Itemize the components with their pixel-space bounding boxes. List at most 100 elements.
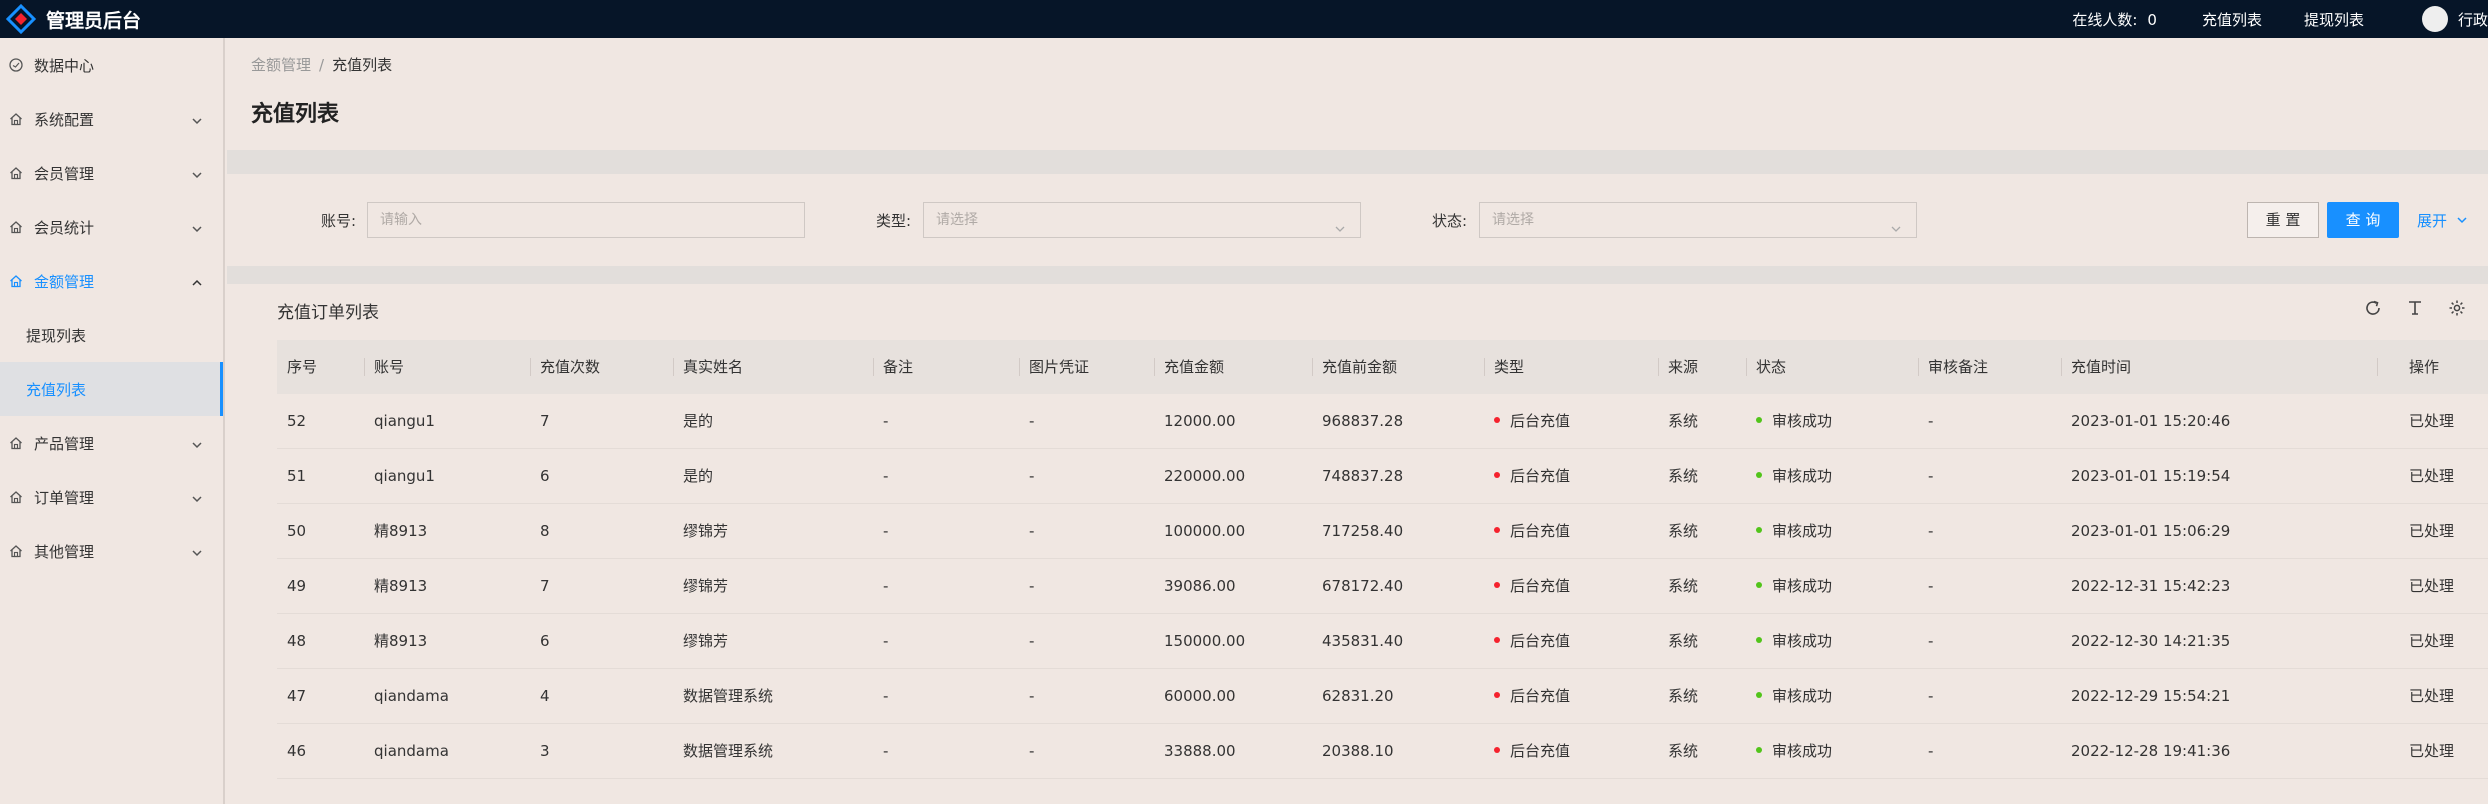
cell-action[interactable]: 已处理 [2377, 614, 2454, 669]
breadcrumb-parent[interactable]: 金额管理 [251, 56, 311, 74]
cell-text: 是的 [683, 412, 714, 430]
cell-text: - [1928, 742, 1934, 760]
cell-id: 52 [277, 394, 306, 449]
expand-button[interactable]: 展开 [2417, 210, 2468, 231]
chevron-down-icon [191, 221, 203, 239]
table-row: 48 精8913 6 缪锦芳 - - 150000.00 435831.40 后台充值 系统 审核成… [277, 614, 2488, 669]
sidebar-item-data-center[interactable]: 数据中心 [0, 38, 223, 92]
cell-text: 后台充值 [1510, 522, 1571, 540]
cell-time: 2023-01-01 15:19:54 [2061, 449, 2230, 504]
cell-review-remark: - [1918, 724, 1933, 779]
cell-text: 46 [287, 742, 307, 760]
cell-remark: - [873, 449, 888, 504]
account-input[interactable]: 请输入 [367, 202, 805, 238]
table-row: 47 qiandama 4 数据管理系统 - - 60000.00 62831.20 后台充值 系… [277, 669, 2488, 724]
cell-id: 46 [277, 724, 306, 779]
type-dot-icon [1494, 636, 1500, 643]
cell-text: - [1029, 577, 1035, 595]
chevron-down-icon [191, 113, 203, 131]
cell-text: 数据管理系统 [683, 742, 774, 760]
cell-status: 审核成功 [1746, 449, 1832, 504]
query-button[interactable]: 查 询 [2327, 202, 2399, 238]
sidebar-item-amount-management[interactable]: 金额管理 [0, 254, 223, 308]
cell-action[interactable]: 已处理 [2377, 394, 2454, 449]
cell-text: 后台充值 [1510, 577, 1571, 595]
sidebar: 数据中心 系统配置 会员管理 会员统计 金额管理 提现列表 充值列表 产品管理 … [0, 38, 225, 804]
sidebar-item-member-stats[interactable]: 会员统计 [0, 200, 223, 254]
sidebar-item-member-management[interactable]: 会员管理 [0, 146, 223, 200]
density-icon[interactable] [2405, 298, 2425, 318]
cell-count: 7 [530, 394, 550, 449]
col-header-source: 来源 [1658, 340, 1698, 394]
cell-action[interactable]: 已处理 [2377, 504, 2454, 559]
cell-text: qiandama [374, 742, 449, 760]
page-header: 金额管理 / 充值列表 充值列表 [227, 38, 2488, 150]
home-icon [8, 219, 24, 235]
cell-action[interactable]: 已处理 [2377, 449, 2454, 504]
cell-name: 是的 [673, 394, 713, 449]
sidebar-item-order-management[interactable]: 订单管理 [0, 470, 223, 524]
cell-account: qiangu1 [364, 394, 435, 449]
search-form: 账号: 请输入 类型: 请选择 状态: 请选择 重 置 查 询 展开 [251, 174, 2488, 266]
cell-remark: - [873, 504, 888, 559]
home-icon [8, 435, 24, 451]
reset-button[interactable]: 重 置 [2247, 202, 2319, 238]
header-link-withdraw-list[interactable]: 提现列表 [2304, 9, 2364, 30]
cell-time: 2023-01-01 15:20:46 [2061, 394, 2230, 449]
status-dot-icon [1756, 416, 1762, 423]
cell-id: 48 [277, 614, 306, 669]
sidebar-subitem-withdraw-list[interactable]: 提现列表 [0, 308, 223, 362]
type-dot-icon [1494, 416, 1500, 423]
expand-label: 展开 [2417, 212, 2448, 230]
col-header-time: 充值时间 [2061, 340, 2131, 394]
cell-text: 审核成功 [1772, 742, 1833, 760]
col-header-account: 账号 [364, 340, 404, 394]
cell-image: - [1019, 669, 1034, 724]
cell-text: - [1029, 632, 1035, 650]
cell-text: 748837.28 [1322, 467, 1404, 485]
col-header-before-amount: 充值前金额 [1312, 340, 1397, 394]
user-menu[interactable]: 行政 [2421, 6, 2488, 32]
table-card: 充值订单列表 序号 账号 充值次数 真实姓名 备注 图片凭证 充值金额 充值前金… [251, 284, 2488, 804]
type-select[interactable]: 请选择 [923, 202, 1361, 238]
settings-icon[interactable] [2447, 298, 2467, 318]
cell-text: 2022-12-30 14:21:35 [2071, 632, 2231, 650]
cell-text: qiangu1 [374, 412, 435, 430]
status-dot-icon [1756, 526, 1762, 533]
cell-status: 审核成功 [1746, 559, 1832, 614]
chevron-up-icon [191, 275, 203, 293]
cell-text: 审核成功 [1772, 632, 1833, 650]
cell-action[interactable]: 已处理 [2377, 559, 2454, 614]
page-title: 充值列表 [251, 102, 340, 127]
refresh-icon[interactable] [2363, 298, 2383, 318]
cell-id: 47 [277, 669, 306, 724]
divider-band [227, 266, 2488, 284]
sidebar-item-product-management[interactable]: 产品管理 [0, 416, 223, 470]
account-label: 账号: [321, 212, 357, 230]
cell-image: - [1019, 559, 1034, 614]
status-select[interactable]: 请选择 [1479, 202, 1917, 238]
cell-account: qiangu1 [364, 449, 435, 504]
col-header-review-remark: 审核备注 [1918, 340, 1988, 394]
header-link-recharge-list[interactable]: 充值列表 [2202, 9, 2262, 30]
cell-text: 已处理 [2409, 412, 2455, 430]
sidebar-item-system-config[interactable]: 系统配置 [0, 92, 223, 146]
sidebar-item-other-management[interactable]: 其他管理 [0, 524, 223, 578]
cell-text: 20388.10 [1322, 742, 1394, 760]
cell-text: 8 [540, 522, 550, 540]
cell-remark: - [873, 394, 888, 449]
sidebar-subitem-recharge-list[interactable]: 充值列表 [0, 362, 223, 416]
cell-action[interactable]: 已处理 [2377, 669, 2454, 724]
cell-status: 审核成功 [1746, 614, 1832, 669]
cell-image: - [1019, 394, 1034, 449]
cell-text: 2022-12-29 15:54:21 [2071, 687, 2231, 705]
cell-text: 47 [287, 687, 307, 705]
cell-account: qiandama [364, 669, 449, 724]
type-placeholder: 请选择 [936, 212, 978, 228]
cell-id: 51 [277, 449, 306, 504]
sidebar-subitem-label: 充值列表 [26, 380, 87, 399]
cell-text: 已处理 [2409, 577, 2455, 595]
cell-text: 精8913 [374, 522, 428, 540]
cell-text: 6 [540, 632, 550, 650]
cell-action[interactable]: 已处理 [2377, 724, 2454, 779]
